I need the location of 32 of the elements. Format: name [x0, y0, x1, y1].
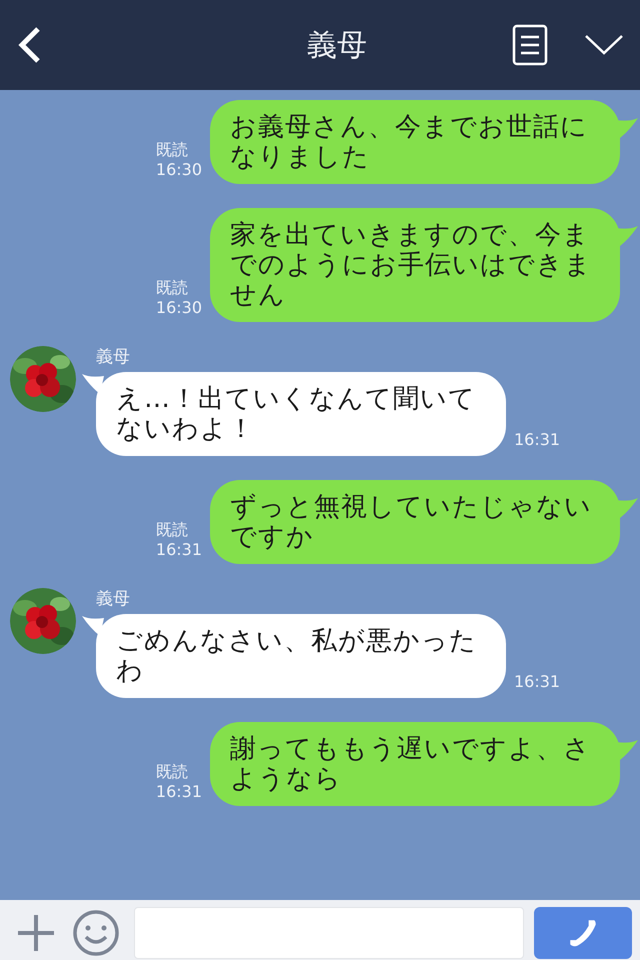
received-message-bubble: ごめんなさい、私が悪かったわ: [96, 614, 506, 698]
sent-message-bubble: 謝ってももう遅いですよ、さようなら: [210, 722, 620, 806]
message-time: 16:31: [156, 540, 202, 560]
read-receipt: 既読: [156, 762, 189, 782]
sender-name: 義母: [96, 346, 131, 368]
bubble-tail: [616, 498, 638, 518]
message-time: 16:30: [156, 298, 202, 318]
chat-title: 義母: [307, 26, 367, 64]
chevron-down-icon[interactable]: [584, 34, 624, 56]
message-time: 16:31: [514, 429, 560, 451]
call-button[interactable]: [534, 907, 632, 959]
menu-icon[interactable]: [512, 24, 548, 66]
received-message-bubble: え…！出ていくなんて聞いてないわよ！: [96, 372, 506, 456]
bubble-tail: [616, 740, 638, 760]
bubble-tail: [616, 226, 638, 246]
read-receipt: 既読: [156, 278, 189, 298]
bubble-tail: [82, 616, 104, 636]
emoji-icon[interactable]: [72, 909, 120, 957]
message-time: 16:31: [156, 782, 202, 802]
message-time: 16:30: [156, 160, 202, 180]
sent-message-bubble: ずっと無視していたじゃないですか: [210, 480, 620, 564]
bubble-tail: [616, 118, 638, 138]
back-icon[interactable]: [16, 25, 42, 65]
bubble-tail: [82, 374, 104, 394]
message-time: 16:31: [514, 671, 560, 693]
message-input-field[interactable]: [134, 907, 524, 959]
sent-message-bubble: お義母さん、今までお世話になりました: [210, 100, 620, 184]
read-receipt: 既読: [156, 520, 189, 540]
sent-message-bubble: 家を出ていきますので、今までのようにお手伝いはできません: [210, 208, 620, 322]
read-receipt: 既読: [156, 140, 189, 160]
plus-icon[interactable]: [16, 913, 56, 953]
sender-name: 義母: [96, 588, 131, 610]
